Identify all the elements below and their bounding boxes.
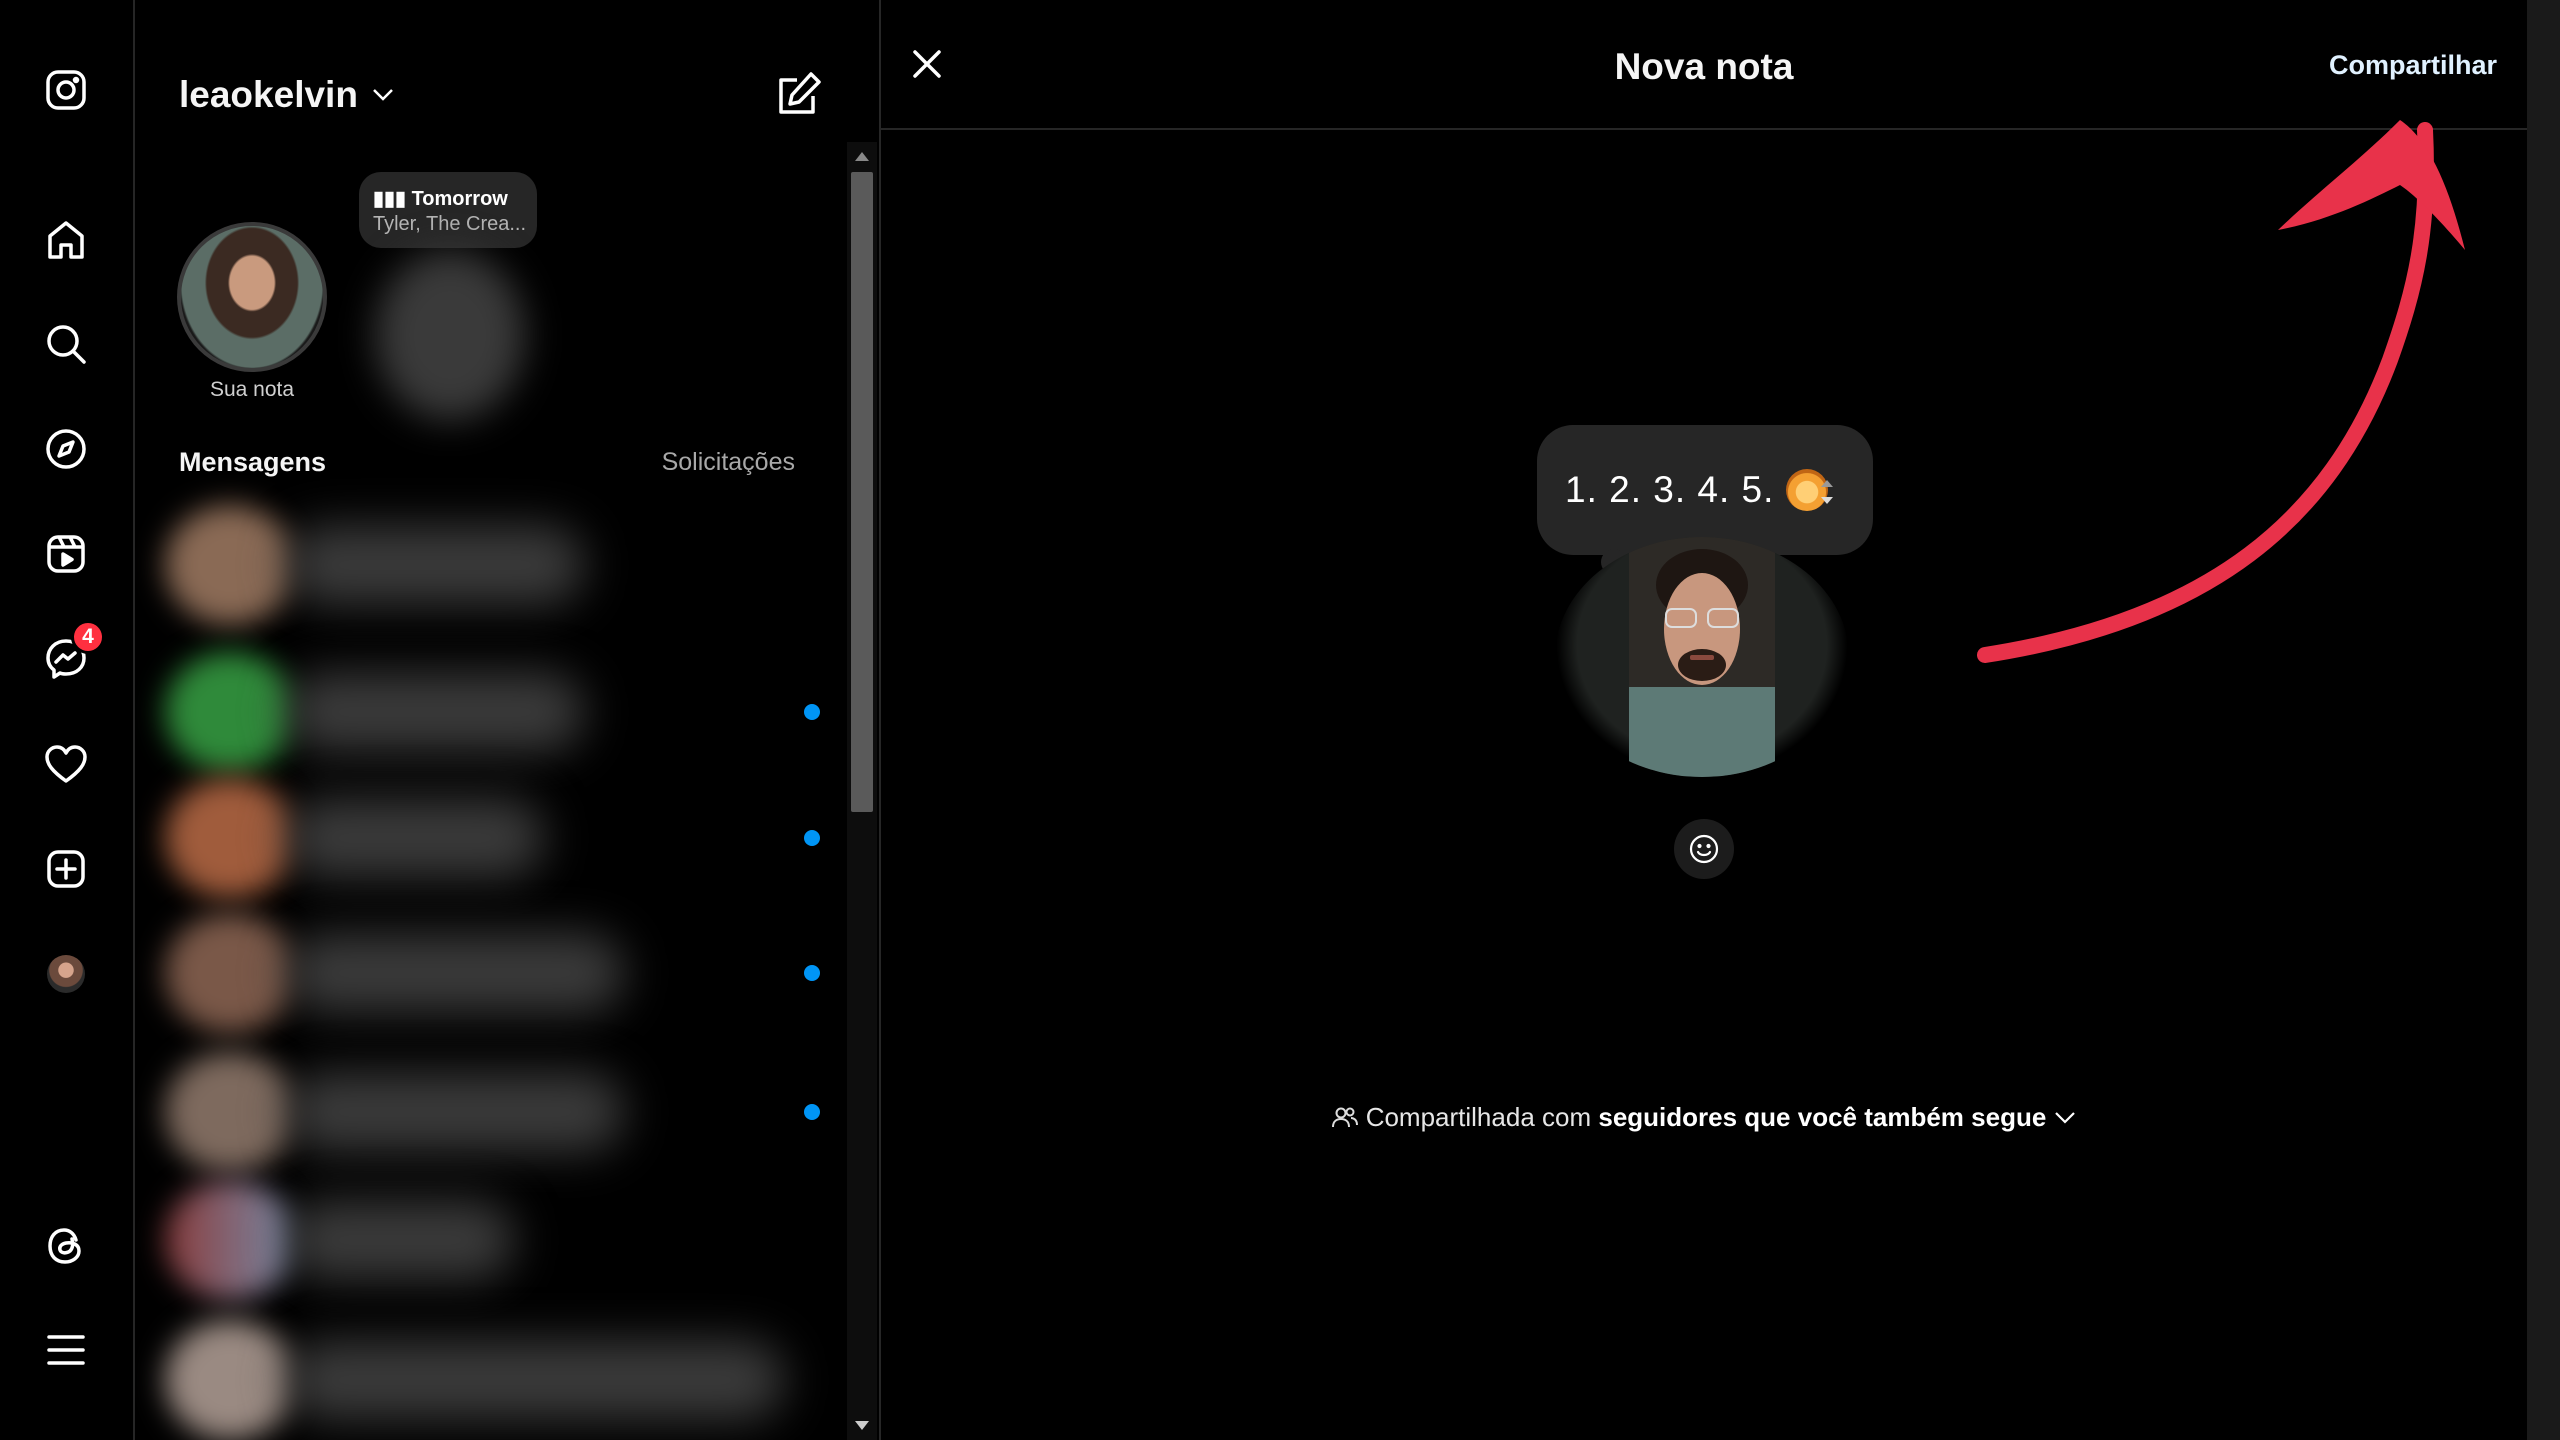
text-spinner-icon xyxy=(1821,480,1833,504)
unread-dot xyxy=(804,704,820,720)
create-icon[interactable] xyxy=(39,842,93,896)
requests-link[interactable]: Solicitações xyxy=(662,448,795,477)
conversation-item[interactable] xyxy=(165,778,820,898)
note-text: 1. 2. 3. 4. 5. xyxy=(1565,469,1775,510)
conversation-item[interactable] xyxy=(165,505,805,625)
navigation-rail: 4 xyxy=(0,0,135,1440)
your-note-avatar[interactable] xyxy=(177,222,327,372)
music-note-bubble[interactable]: ▮▮▮ Tomorrow Tyler, The Crea... xyxy=(359,172,537,248)
blurred-conversation-text xyxy=(285,672,585,752)
threads-icon[interactable] xyxy=(39,1219,93,1273)
your-note-label: Sua nota xyxy=(209,378,295,401)
heart-icon[interactable] xyxy=(39,737,93,791)
inbox-panel: leaokelvin Sua nota ▮▮▮ Tomorrow Tyler, … xyxy=(135,0,881,1440)
new-note-modal: Nova nota Compartilhar 1. 2. 3. 4. 5. Co… xyxy=(881,0,2527,1440)
window-edge xyxy=(2527,0,2560,1440)
unread-dot xyxy=(804,830,820,846)
blurred-conversation-text xyxy=(285,1072,625,1152)
messages-badge: 4 xyxy=(71,620,105,654)
blurred-avatar xyxy=(165,1052,295,1172)
instagram-logo-icon[interactable] xyxy=(39,63,93,117)
blurred-conversation-text xyxy=(285,933,625,1013)
avatar xyxy=(47,955,85,993)
unread-dot xyxy=(804,1104,820,1120)
chevron-down-icon xyxy=(2054,1112,2075,1124)
blurred-avatar xyxy=(165,778,295,898)
search-icon[interactable] xyxy=(39,317,93,371)
smiley-icon xyxy=(1689,834,1719,864)
scroll-up-arrow[interactable] xyxy=(855,152,869,161)
menu-icon[interactable] xyxy=(39,1323,93,1377)
messenger-icon[interactable]: 4 xyxy=(39,620,105,686)
messages-section-title: Mensagens xyxy=(179,447,327,477)
share-button[interactable]: Compartilhar xyxy=(2329,50,2497,81)
audience-selector[interactable]: Compartilhada com seguidores que você ta… xyxy=(881,1102,2527,1133)
music-bars-icon: ▮▮▮ xyxy=(373,188,412,210)
reels-icon[interactable] xyxy=(39,527,93,581)
blurred-avatar xyxy=(165,913,295,1033)
scrollbar-thumb[interactable] xyxy=(851,172,873,812)
account-switcher[interactable]: leaokelvin xyxy=(179,74,394,116)
audience-value: seguidores que você também segue xyxy=(1598,1102,2047,1132)
scroll-down-arrow[interactable] xyxy=(855,1421,869,1430)
blurred-conversation-text xyxy=(285,798,545,878)
username: leaokelvin xyxy=(179,74,358,115)
emoji-picker-button[interactable] xyxy=(1674,819,1734,879)
people-icon xyxy=(1332,1107,1359,1128)
compose-icon[interactable] xyxy=(773,68,825,120)
explore-icon[interactable] xyxy=(39,422,93,476)
blurred-conversation-text xyxy=(285,1200,515,1280)
modal-title: Nova nota xyxy=(1614,46,1794,87)
blurred-avatar xyxy=(165,1320,295,1440)
blurred-avatar xyxy=(165,505,295,625)
note-input-bubble[interactable]: 1. 2. 3. 4. 5. xyxy=(1537,425,1873,555)
music-artist: Tyler, The Crea... xyxy=(373,213,527,235)
profile-avatar[interactable] xyxy=(39,947,93,1001)
blurred-conversation-text xyxy=(285,1340,785,1420)
chevron-down-icon xyxy=(373,89,393,101)
conversation-item[interactable] xyxy=(165,1180,805,1300)
blurred-avatar xyxy=(165,1180,295,1300)
music-title: ▮▮▮ Tomorrow xyxy=(373,188,508,210)
modal-header: Nova nota Compartilhar xyxy=(881,0,2527,130)
blurred-conversation-text xyxy=(285,525,585,605)
conversation-item[interactable] xyxy=(165,652,820,772)
home-icon[interactable] xyxy=(39,213,93,267)
profile-photo xyxy=(1555,537,1849,777)
unread-dot xyxy=(804,965,820,981)
audience-prefix: Compartilhada com xyxy=(1365,1102,1592,1132)
scrollbar[interactable] xyxy=(847,142,877,1440)
conversation-item[interactable] xyxy=(165,1320,805,1440)
conversation-item[interactable] xyxy=(165,1052,820,1172)
blurred-note-avatar[interactable] xyxy=(375,250,525,420)
blurred-avatar xyxy=(165,652,295,772)
conversation-item[interactable] xyxy=(165,913,820,1033)
